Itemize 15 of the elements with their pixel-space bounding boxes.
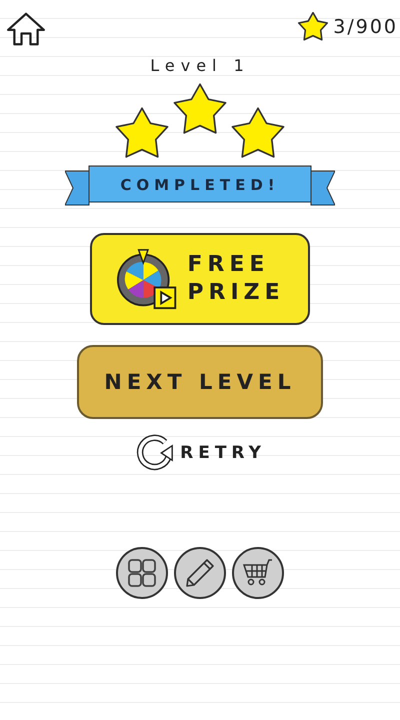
- levels-grid-button[interactable]: [116, 547, 168, 599]
- pencil-icon: [185, 558, 215, 588]
- banner-text: COMPLETED!: [120, 176, 280, 194]
- retry-button[interactable]: RETRY: [134, 433, 266, 473]
- level-title: Level 1: [150, 56, 250, 75]
- pencil-button[interactable]: [174, 547, 226, 599]
- cart-icon: [243, 558, 273, 588]
- shop-button[interactable]: [232, 547, 284, 599]
- free-prize-button[interactable]: FREE PRIZE: [90, 233, 310, 325]
- home-icon[interactable]: [6, 12, 46, 46]
- retry-icon: [134, 433, 174, 473]
- next-level-button[interactable]: NEXT LEVEL: [77, 345, 323, 419]
- grid-icon: [127, 558, 157, 588]
- star-icon: [297, 12, 330, 42]
- star-count: 3/900: [333, 16, 399, 38]
